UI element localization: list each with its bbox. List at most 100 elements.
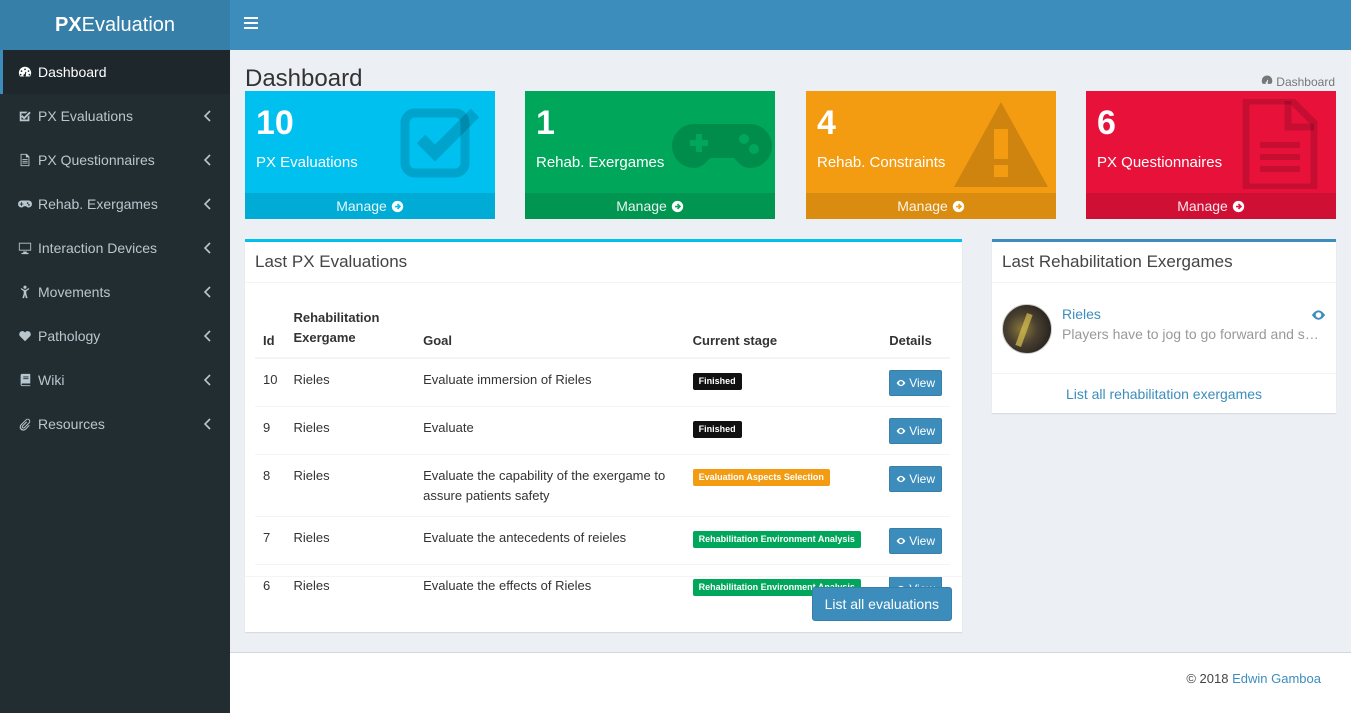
breadcrumb[interactable]: Dashboard	[1261, 74, 1335, 89]
view-label: View	[909, 376, 935, 390]
cell-goal: Evaluate immersion of Rieles	[415, 357, 685, 407]
manage-label: Manage	[897, 198, 948, 214]
chevron-left-icon	[203, 285, 212, 299]
main-footer: © 2018 Edwin Gamboa	[230, 652, 1351, 713]
gamepad-icon	[18, 197, 38, 211]
cell-id: 9	[255, 406, 286, 455]
eye-icon	[896, 475, 906, 483]
manage-label: Manage	[336, 198, 387, 214]
view-label: View	[909, 472, 935, 486]
sidebar-item-interaction-devices[interactable]: Interaction Devices	[0, 226, 230, 270]
app-logo[interactable]: PXEvaluation	[0, 0, 230, 50]
sidebar-item-label: PX Evaluations	[38, 108, 133, 124]
table-row: 10 Rieles Evaluate immersion of Rieles F…	[255, 357, 950, 407]
author-link[interactable]: Edwin Gamboa	[1232, 671, 1321, 686]
manage-link[interactable]: Manage	[806, 193, 1056, 219]
logo-rest: Evaluation	[81, 14, 176, 36]
table-header-row: Id Rehabilitation Exergame Goal Current …	[255, 300, 950, 359]
view-button[interactable]: View	[889, 528, 942, 554]
desktop-icon	[18, 241, 38, 255]
status-badge: Evaluation Aspects Selection	[692, 469, 830, 486]
last-evaluations-panel: Last PX Evaluations Id Rehabilitation Ex…	[245, 239, 962, 632]
sidebar-item-resources[interactable]: Resources	[0, 402, 230, 446]
sidebar-item-label: Rehab. Exergames	[38, 196, 158, 212]
table-row: 9 Rieles Evaluate Finished View	[255, 406, 950, 455]
status-badge: Finished	[692, 421, 742, 438]
manage-link[interactable]: Manage	[525, 193, 775, 219]
cell-exergame: Rieles	[285, 516, 416, 565]
cell-details: View	[881, 357, 950, 407]
manage-label: Manage	[616, 198, 667, 214]
cell-goal: Evaluate the antecedents of reieles	[415, 516, 685, 565]
view-button[interactable]: View	[889, 418, 942, 444]
content-area: Dashboard Dashboard 10 PX Evaluations Ma…	[230, 50, 1351, 652]
heart-icon	[18, 329, 38, 343]
eye-icon[interactable]	[1311, 308, 1326, 320]
col-header-id: Id	[255, 300, 286, 359]
cell-details: View	[881, 516, 950, 565]
sidebar-item-rehab-exergames[interactable]: Rehab. Exergames	[0, 182, 230, 226]
evaluations-table: Id Rehabilitation Exergame Goal Current …	[255, 300, 950, 612]
stat-label: Rehab. Constraints	[817, 154, 946, 171]
sidebar-item-label: Interaction Devices	[38, 240, 158, 256]
sidebar-item-px-questionnaires[interactable]: PX Questionnaires	[0, 138, 230, 182]
cell-id: 10	[255, 357, 286, 407]
list-item: Rieles Players have to jog to go forward…	[1002, 304, 1326, 359]
sidebar-item-label: Wiki	[38, 372, 65, 388]
gamepad-icon	[672, 124, 772, 168]
sidebar-item-wiki[interactable]: Wiki	[0, 358, 230, 402]
view-button[interactable]: View	[889, 466, 942, 492]
view-label: View	[909, 534, 935, 548]
stat-value: 4	[817, 104, 836, 142]
paperclip-icon	[18, 417, 38, 431]
sidebar-item-dashboard[interactable]: Dashboard	[0, 50, 230, 94]
chevron-left-icon	[203, 373, 212, 387]
sidebar-toggle-icon[interactable]	[244, 17, 258, 31]
view-label: View	[909, 424, 935, 438]
arrow-circle-right-icon	[952, 200, 964, 212]
manage-link[interactable]: Manage	[245, 193, 495, 219]
list-all-exergames-link[interactable]: List all rehabilitation exergames	[992, 373, 1336, 413]
col-header-stage: Current stage	[684, 300, 882, 359]
status-badge: Finished	[692, 373, 742, 390]
cell-goal: Evaluate	[415, 406, 685, 455]
dashboard-icon	[1261, 74, 1273, 89]
list-all-evaluations-button[interactable]: List all evaluations	[811, 587, 952, 621]
file-text-icon	[1242, 99, 1318, 189]
child-icon	[18, 285, 38, 299]
col-header-exergame: Rehabilitation Exergame	[285, 300, 416, 359]
sidebar-item-label: Movements	[38, 284, 111, 300]
table-row: 8 Rieles Evaluate the capability of the …	[255, 454, 950, 517]
top-navbar	[230, 0, 1351, 50]
chevron-left-icon	[203, 109, 212, 123]
stat-value: 6	[1097, 104, 1116, 142]
arrow-circle-right-icon	[391, 200, 403, 212]
sidebar-item-label: Pathology	[38, 328, 101, 344]
manage-label: Manage	[1177, 198, 1228, 214]
chevron-left-icon	[203, 329, 212, 343]
eye-icon	[896, 427, 906, 435]
manage-link[interactable]: Manage	[1086, 193, 1336, 219]
cell-stage: Rehabilitation Environment Analysis	[684, 516, 882, 565]
copyright-text: © 2018	[1186, 671, 1229, 686]
chevron-left-icon	[203, 241, 212, 255]
stat-box-rehab-exergames: 1 Rehab. Exergames Manage	[525, 91, 775, 219]
cell-details: View	[881, 406, 950, 455]
stat-box-px-evaluations: 10 PX Evaluations Manage	[245, 91, 495, 219]
sidebar-item-label: Dashboard	[38, 64, 107, 80]
sidebar-item-movements[interactable]: Movements	[0, 270, 230, 314]
cell-stage: Finished	[684, 406, 882, 455]
check-square-icon	[400, 108, 480, 178]
warning-icon	[954, 102, 1048, 187]
stat-value: 10	[256, 104, 294, 142]
logo-bold: PX	[54, 14, 82, 36]
stat-label: PX Evaluations	[256, 154, 358, 171]
exergame-name-link[interactable]: Rieles	[1062, 306, 1101, 322]
chevron-left-icon	[203, 417, 212, 431]
status-badge: Rehabilitation Environment Analysis	[692, 531, 861, 548]
view-button[interactable]: View	[889, 370, 942, 396]
sidebar-item-px-evaluations[interactable]: PX Evaluations	[0, 94, 230, 138]
exergame-thumbnail	[1002, 304, 1052, 354]
sidebar-item-pathology[interactable]: Pathology	[0, 314, 230, 358]
stat-value: 1	[536, 104, 555, 142]
